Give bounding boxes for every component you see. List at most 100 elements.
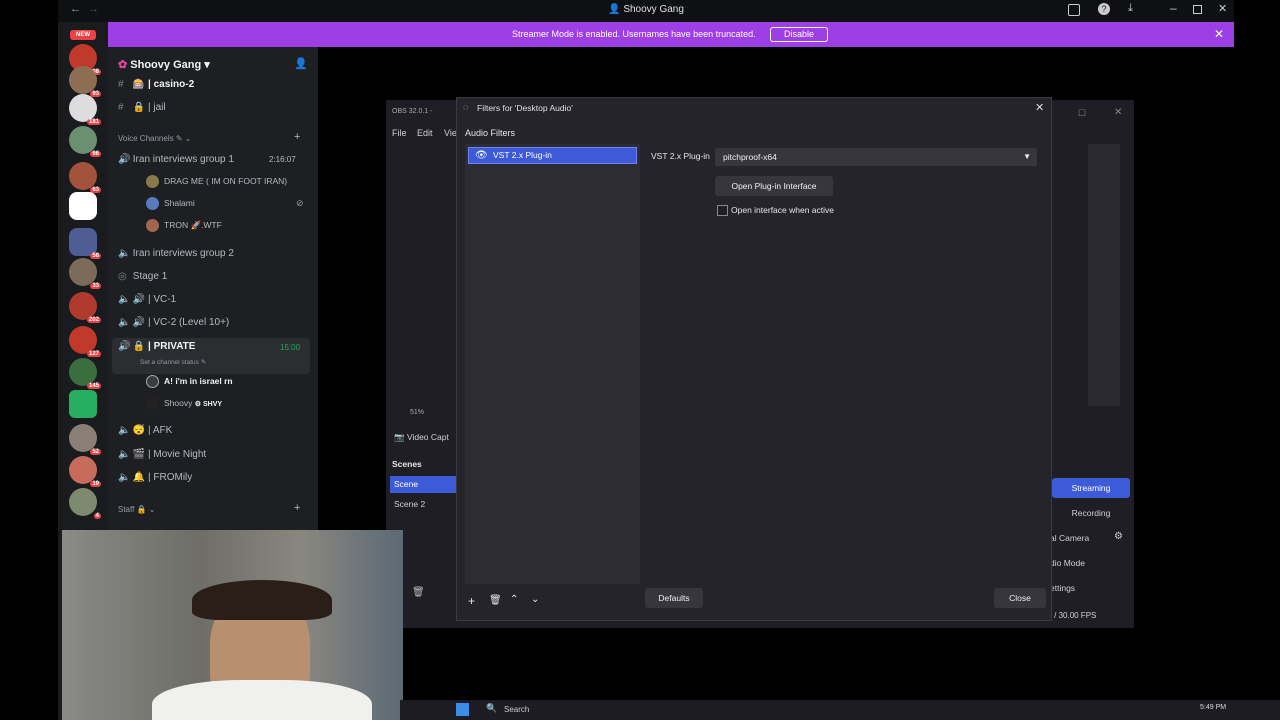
close-icon[interactable]: ✕: [1114, 107, 1122, 118]
open-plugin-interface-button[interactable]: Open Plug-in Interface: [715, 176, 833, 196]
lock-icon: 🔒: [136, 505, 147, 514]
server-icon[interactable]: 19: [69, 456, 101, 487]
move-down-icon[interactable]: ⌄: [531, 594, 539, 605]
preview-area: [1088, 144, 1120, 406]
add-channel-icon[interactable]: +: [294, 131, 300, 143]
minimize-icon[interactable]: –: [1170, 1, 1177, 15]
voice-user[interactable]: Shalami: [146, 197, 195, 210]
server-icon[interactable]: 127: [69, 326, 101, 357]
trash-icon[interactable]: 🗑: [412, 587, 425, 598]
maximize-icon[interactable]: [1193, 5, 1202, 14]
lock-icon: 🔒: [132, 341, 146, 352]
open-when-active-checkbox[interactable]: [717, 205, 728, 216]
server-icon: 👤: [608, 4, 624, 15]
server-icon[interactable]: 52: [69, 424, 101, 455]
start-recording-button[interactable]: Recording: [1052, 503, 1130, 523]
studio-mode-button[interactable]: dio Mode: [1050, 553, 1128, 573]
menu-view[interactable]: View: [444, 128, 456, 138]
taskbar-search[interactable]: Search: [504, 705, 529, 714]
voice-category[interactable]: Voice Channels ✎ ⌄: [118, 134, 191, 143]
server-name[interactable]: ✿ Shoovy Gang ▾: [118, 58, 210, 71]
emoji-icon: 🔔: [132, 472, 146, 483]
filter-item[interactable]: 👁 VST 2.x Plug-in: [468, 147, 637, 164]
emoji-icon: 🔊: [132, 294, 146, 305]
server-icon[interactable]: 4: [69, 488, 101, 519]
banner-text: Streamer Mode is enabled. Usernames have…: [512, 29, 756, 39]
person-shirt: [152, 680, 372, 720]
server-icon[interactable]: [69, 192, 97, 220]
hash-icon: #: [118, 79, 124, 90]
speaker-icon: 🔈: [118, 449, 131, 460]
voice-user[interactable]: A! i'm in israel rn: [146, 375, 233, 388]
close-icon[interactable]: ✕: [1218, 2, 1227, 15]
webcam-feed: [62, 530, 403, 720]
voice-channel[interactable]: 🔈 🔊 | VC-1: [118, 294, 176, 305]
plugin-select[interactable]: pitchproof-x64 ▼: [715, 148, 1037, 166]
server-icon[interactable]: 63: [69, 162, 101, 193]
server-icon[interactable]: 145: [69, 358, 101, 389]
voice-channel[interactable]: 🔈 🔔 | FROMily: [118, 472, 192, 483]
scene-item[interactable]: Scene: [390, 476, 456, 493]
voice-channel[interactable]: 🔈 🔊 | VC-2 (Level 10+): [118, 317, 229, 328]
channel-status[interactable]: Set a channel status ✎: [140, 358, 206, 366]
speaker-icon: 🔊: [118, 341, 131, 352]
add-member-icon[interactable]: 👤: [294, 57, 308, 70]
server-icon[interactable]: 33: [69, 258, 101, 289]
settings-button[interactable]: ettings: [1050, 578, 1128, 598]
staff-category[interactable]: Staff 🔒 ⌄: [118, 505, 155, 514]
chevron-down-icon: ▼: [1023, 152, 1031, 161]
server-icon[interactable]: 58: [69, 228, 101, 259]
close-icon[interactable]: ✕: [1035, 101, 1044, 114]
maximize-icon[interactable]: ☐: [1078, 108, 1086, 119]
start-streaming-button[interactable]: Streaming: [1052, 478, 1130, 498]
server-icon[interactable]: 202: [69, 292, 101, 323]
scene-item[interactable]: Scene 2: [394, 499, 425, 509]
close-button[interactable]: Close: [994, 588, 1046, 608]
voice-channel[interactable]: 🔈 🎬 | Movie Night: [118, 449, 206, 460]
text-channel[interactable]: # 🔒 | jail: [118, 102, 166, 113]
server-icon[interactable]: 66: [69, 126, 101, 157]
windows-start-icon[interactable]: [456, 703, 469, 716]
pencil-icon: ✎: [200, 359, 207, 366]
text-channel[interactable]: # 🎰 | casino-2: [118, 79, 194, 90]
voice-user[interactable]: Shoovy ⚙ SHVY: [146, 397, 222, 410]
speaker-icon: 🔊: [118, 154, 131, 165]
trash-icon[interactable]: 🗑: [489, 595, 502, 606]
virtual-camera-button[interactable]: al Camera: [1050, 528, 1110, 548]
banner-close-icon[interactable]: ✕: [1214, 27, 1224, 41]
server-icon[interactable]: [69, 390, 97, 418]
obs-logo-icon: ◌: [463, 102, 469, 112]
voice-channel[interactable]: 🔈 Iran interviews group 2: [118, 248, 234, 259]
avatar: [146, 197, 159, 210]
download-icon[interactable]: ⤓: [1128, 2, 1133, 15]
menu-file[interactable]: File: [392, 128, 407, 138]
emoji-icon: 🔒: [132, 102, 146, 113]
defaults-button[interactable]: Defaults: [645, 588, 703, 608]
help-icon[interactable]: ?: [1098, 3, 1110, 15]
disable-button[interactable]: Disable: [770, 27, 828, 42]
avatar: [146, 397, 159, 410]
windows-taskbar: 🔍 Search 5:49 PM: [400, 700, 1280, 720]
speaker-icon: 🔈: [118, 294, 131, 305]
inbox-icon[interactable]: [1068, 4, 1080, 16]
voice-channel[interactable]: ◎ Stage 1: [118, 271, 167, 282]
menu-edit[interactable]: Edit: [417, 128, 433, 138]
voice-user[interactable]: DRAG ME ( IM ON FOOT IRAN): [146, 175, 287, 188]
server-icon[interactable]: 181: [69, 94, 101, 125]
move-up-icon[interactable]: ⌃: [510, 594, 518, 605]
streamer-mode-banner: Streamer Mode is enabled. Usernames have…: [108, 22, 1234, 47]
checkbox-label: Open interface when active: [731, 205, 835, 215]
server-icon[interactable]: 93: [69, 66, 101, 97]
voice-user[interactable]: TRON 🚀.WTF: [146, 219, 222, 232]
gear-icon[interactable]: ⚙: [1114, 531, 1123, 542]
source-label[interactable]: 📷 Video Capt: [394, 432, 456, 443]
emoji-icon: 🔊: [132, 317, 146, 328]
eye-icon[interactable]: 👁: [475, 148, 488, 163]
hash-icon: #: [118, 102, 124, 113]
add-icon[interactable]: +: [468, 594, 475, 608]
voice-channel[interactable]: 🔊 Iran interviews group 1: [118, 154, 234, 165]
voice-channel-private[interactable]: 🔊 🔒 | PRIVATE: [118, 341, 195, 352]
search-icon[interactable]: 🔍: [486, 703, 497, 714]
voice-channel[interactable]: 🔈 😴 | AFK: [118, 425, 172, 436]
add-channel-icon[interactable]: +: [294, 502, 300, 514]
